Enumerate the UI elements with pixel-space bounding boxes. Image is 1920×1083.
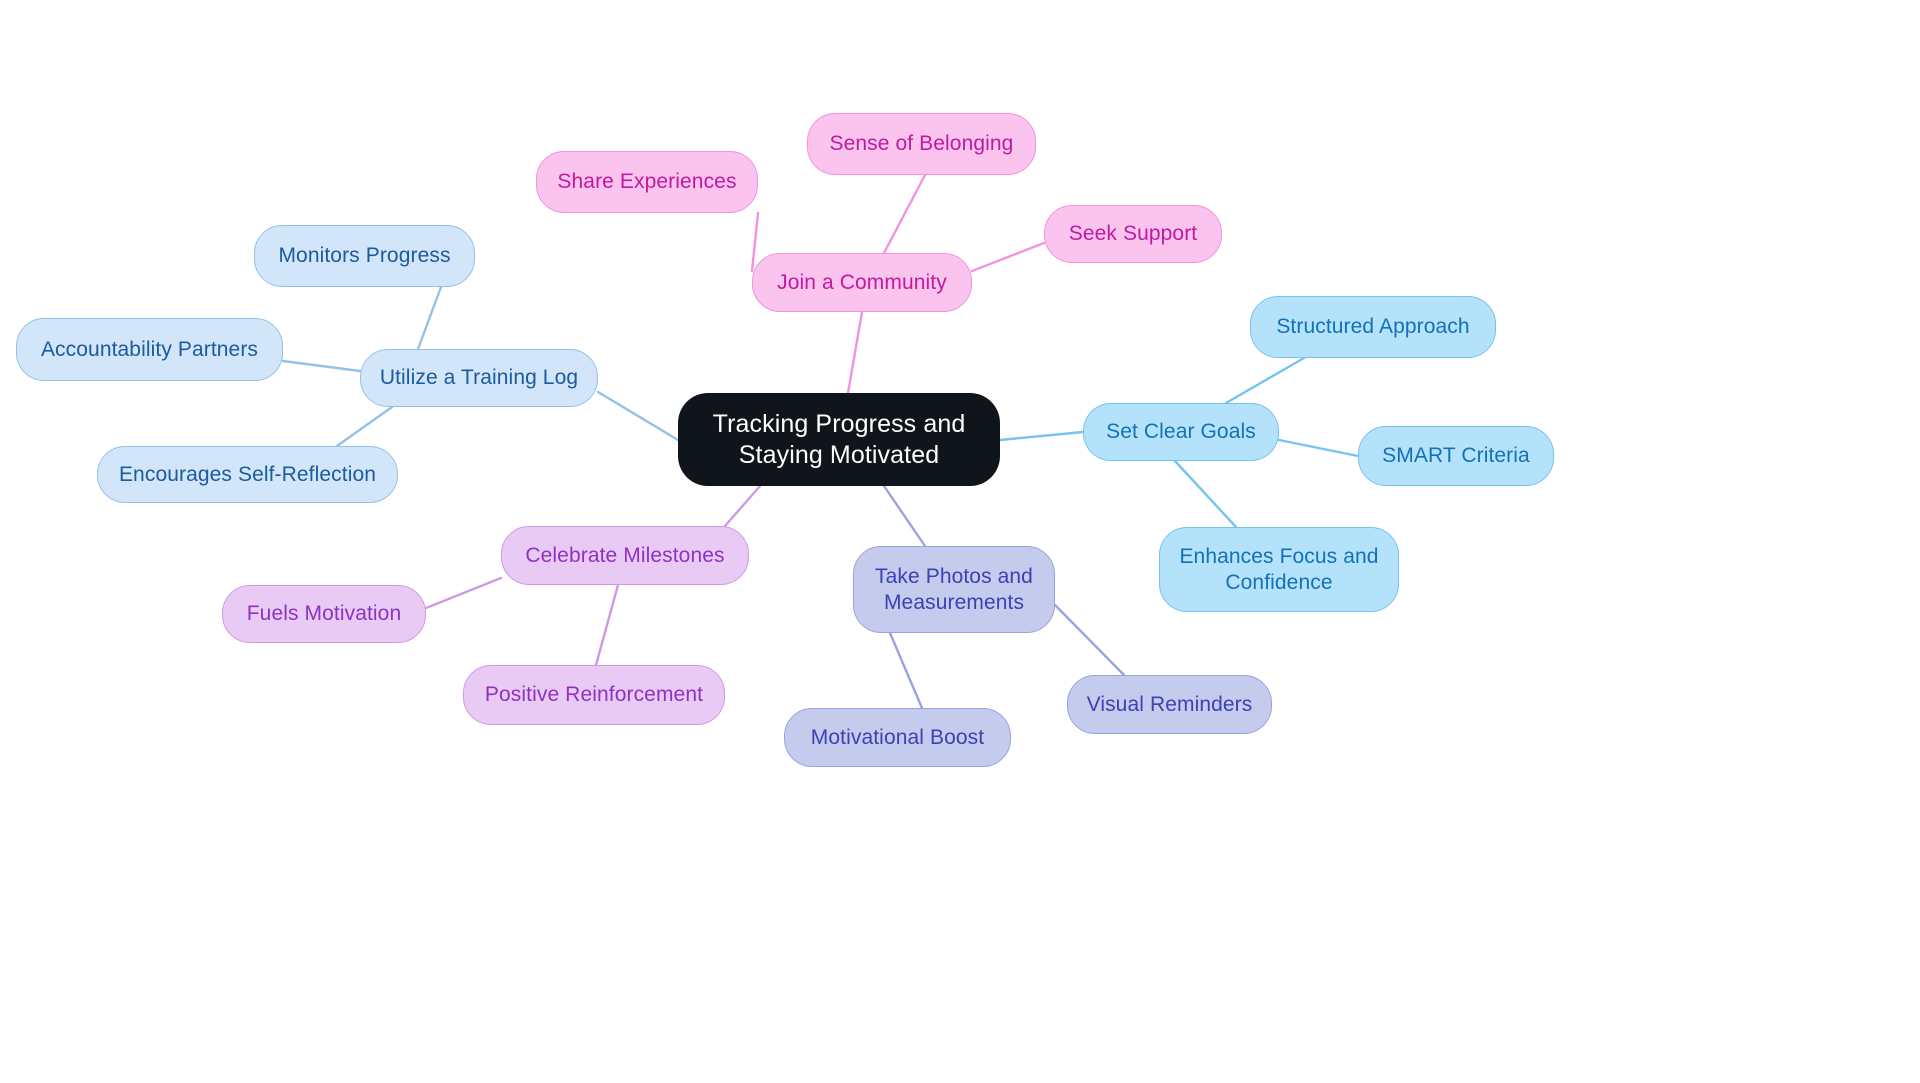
- branch-node-celebrate-milestones[interactable]: Celebrate Milestones: [501, 526, 749, 585]
- connector-root-to-set-clear-goals: [998, 430, 1085, 442]
- mindmap-root-node[interactable]: Tracking Progress and Staying Motivated: [678, 393, 1000, 486]
- leaf-node-accountability-partners[interactable]: Accountability Partners: [16, 318, 283, 381]
- branch-node-set-clear-goals[interactable]: Set Clear Goals: [1083, 403, 1279, 461]
- connector-root-to-take-photos: [882, 484, 927, 548]
- branch-label-celebrate-milestones: Celebrate Milestones: [525, 543, 725, 567]
- mindmap-canvas: Tracking Progress and Staying Motivated S…: [0, 0, 1920, 1083]
- leaf-node-smart-criteria[interactable]: SMART Criteria: [1358, 426, 1554, 486]
- connector-take-photos-to-motivational-boost: [888, 631, 924, 710]
- leaf-label-sense-of-belonging: Sense of Belonging: [829, 132, 1014, 156]
- leaf-label-monitors-progress: Monitors Progress: [278, 244, 451, 268]
- connector-celebrate-to-fuels-motivation: [424, 576, 503, 610]
- leaf-node-fuels-motivation[interactable]: Fuels Motivation: [222, 585, 426, 643]
- leaf-label-share-experiences: Share Experiences: [557, 170, 737, 194]
- connector-celebrate-to-positive-reinforcement: [594, 583, 620, 667]
- leaf-label-accountability-partners: Accountability Partners: [40, 337, 259, 361]
- branch-label-join-a-community: Join a Community: [777, 270, 947, 294]
- leaf-label-fuels-motivation: Fuels Motivation: [246, 602, 402, 626]
- connector-join-a-community-to-share-experiences: [750, 211, 760, 273]
- connector-take-photos-to-visual-reminders: [1053, 603, 1126, 677]
- branch-label-take-photos-and-measurements: Take Photos and Measurements: [875, 564, 1033, 614]
- leaf-node-share-experiences[interactable]: Share Experiences: [536, 151, 758, 213]
- leaf-node-structured-approach[interactable]: Structured Approach: [1250, 296, 1496, 358]
- connector-join-a-community-to-sense-of-belonging: [882, 173, 927, 255]
- connector-set-clear-goals-to-enhances-focus: [1173, 459, 1238, 529]
- connector-root-to-utilize-a-training-log: [596, 390, 680, 442]
- leaf-label-motivational-boost: Motivational Boost: [810, 725, 985, 749]
- leaf-label-seek-support: Seek Support: [1068, 222, 1198, 246]
- connector-training-log-to-accountability-partners: [281, 359, 362, 373]
- leaf-label-visual-reminders: Visual Reminders: [1086, 692, 1253, 716]
- leaf-label-encourages-self-reflection: Encourages Self-Reflection: [118, 462, 377, 486]
- leaf-node-visual-reminders[interactable]: Visual Reminders: [1067, 675, 1272, 734]
- connector-set-clear-goals-to-smart-criteria: [1277, 438, 1360, 458]
- connector-set-clear-goals-to-structured-approach: [1224, 356, 1306, 405]
- leaf-label-enhances-focus-and-confidence: Enhances Focus and Confidence: [1179, 544, 1379, 594]
- leaf-node-positive-reinforcement[interactable]: Positive Reinforcement: [463, 665, 725, 725]
- connector-training-log-to-encourages-self-reflection: [335, 405, 394, 448]
- branch-node-take-photos-and-measurements[interactable]: Take Photos and Measurements: [853, 546, 1055, 633]
- leaf-node-seek-support[interactable]: Seek Support: [1044, 205, 1222, 263]
- leaf-node-monitors-progress[interactable]: Monitors Progress: [254, 225, 475, 287]
- leaf-label-smart-criteria: SMART Criteria: [1382, 444, 1530, 468]
- leaf-node-sense-of-belonging[interactable]: Sense of Belonging: [807, 113, 1036, 175]
- branch-label-set-clear-goals: Set Clear Goals: [1106, 420, 1256, 444]
- connector-training-log-to-monitors-progress: [416, 285, 443, 351]
- leaf-label-positive-reinforcement: Positive Reinforcement: [484, 683, 704, 707]
- leaf-node-enhances-focus-and-confidence[interactable]: Enhances Focus and Confidence: [1159, 527, 1399, 612]
- connector-root-to-join-a-community: [846, 310, 864, 395]
- branch-node-utilize-a-training-log[interactable]: Utilize a Training Log: [360, 349, 598, 407]
- branch-node-join-a-community[interactable]: Join a Community: [752, 253, 972, 312]
- mindmap-root-label: Tracking Progress and Staying Motivated: [712, 409, 966, 469]
- leaf-node-motivational-boost[interactable]: Motivational Boost: [784, 708, 1011, 767]
- leaf-label-structured-approach: Structured Approach: [1276, 315, 1470, 339]
- connector-root-to-celebrate-milestones: [723, 484, 762, 528]
- leaf-node-encourages-self-reflection[interactable]: Encourages Self-Reflection: [97, 446, 398, 503]
- branch-label-utilize-a-training-log: Utilize a Training Log: [379, 366, 579, 390]
- connector-join-a-community-to-seek-support: [970, 241, 1046, 273]
